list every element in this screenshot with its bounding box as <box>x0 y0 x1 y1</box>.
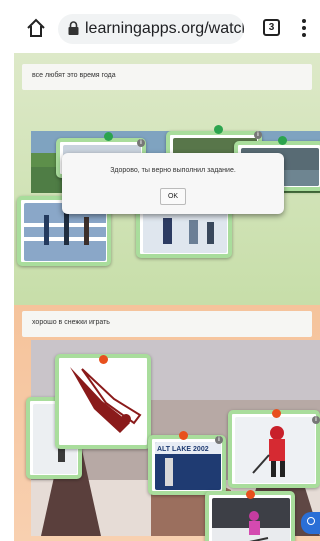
check-button[interactable] <box>301 512 320 534</box>
skating-photo <box>143 210 227 253</box>
category-header: хорошо в снежки играть <box>22 311 312 337</box>
dialog-message: Здорово, ты верно выполнил задание. <box>110 167 236 174</box>
pin-icon <box>272 409 281 418</box>
address-bar[interactable]: learningapps.org/watch <box>58 14 244 44</box>
category-title: все любят это время года <box>32 72 116 79</box>
home-icon[interactable] <box>26 18 46 38</box>
pin-icon <box>214 125 223 134</box>
url-text: learningapps.org/watch <box>85 20 244 37</box>
card-salt-lake[interactable]: ALT LAKE 2002 <box>148 435 226 495</box>
pin-icon <box>278 136 287 145</box>
learningapps-content: все любят это время года i i хорошо в сн… <box>14 53 320 541</box>
card-luge[interactable] <box>55 354 151 449</box>
skier-photo <box>212 498 290 541</box>
lock-icon <box>68 21 79 35</box>
info-icon[interactable]: i <box>215 436 223 444</box>
category-section-snowballs: хорошо в снежки играть ALT LAKE 2002 i i <box>14 305 320 541</box>
info-icon[interactable]: i <box>137 139 145 147</box>
pin-icon <box>246 490 255 499</box>
salt-lake-text: ALT LAKE 2002 <box>157 446 209 453</box>
card-hockey-player[interactable] <box>228 410 320 488</box>
category-title: хорошо в снежки играть <box>32 319 110 326</box>
luge-pictogram <box>62 361 146 444</box>
info-icon[interactable]: i <box>312 416 320 424</box>
check-icon <box>307 517 315 525</box>
pin-icon <box>99 355 108 364</box>
pin-icon <box>179 431 188 440</box>
pin-icon <box>104 132 113 141</box>
category-header: все любят это время года <box>22 64 312 90</box>
success-dialog: Здорово, ты верно выполнил задание. OK <box>62 153 284 214</box>
tab-switcher-button[interactable]: 3 <box>263 19 280 36</box>
more-menu-icon[interactable] <box>300 18 308 38</box>
info-icon[interactable]: i <box>254 131 262 139</box>
browser-toolbar: learningapps.org/watch 3 <box>0 0 320 52</box>
hockey-player-photo <box>235 417 315 483</box>
ok-button[interactable]: OK <box>160 188 186 205</box>
hockey-photo: ALT LAKE 2002 <box>155 442 221 490</box>
